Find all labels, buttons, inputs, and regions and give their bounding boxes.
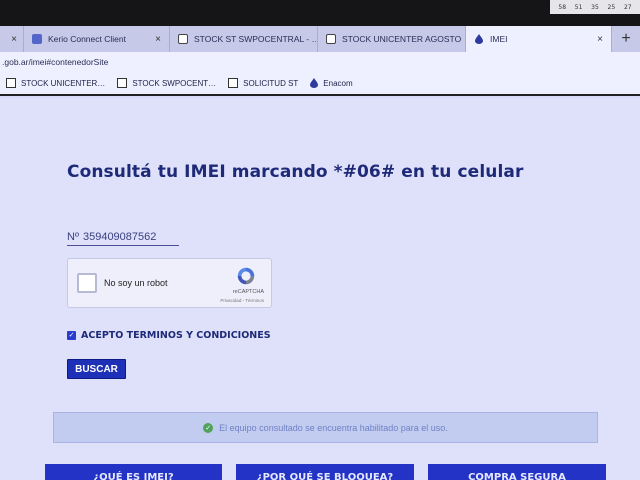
url-text: .gob.ar/imei#contenedorSite <box>2 57 109 67</box>
new-tab-button[interactable]: + <box>612 26 640 52</box>
address-bar[interactable]: .gob.ar/imei#contenedorSite <box>0 52 640 72</box>
imei-value: 359409087562 <box>82 231 157 243</box>
close-icon[interactable]: × <box>11 34 17 45</box>
bookmark-stock-swpocent[interactable]: STOCK SWPOCENT… <box>117 78 216 88</box>
monitor-bezel: 58 51 35 25 27 <box>0 0 640 26</box>
bezel-readout: 58 51 35 25 27 <box>550 0 640 14</box>
recaptcha-links[interactable]: Privacidad - Términos <box>220 298 264 303</box>
doc-icon <box>228 78 239 88</box>
readout-value: 25 <box>607 3 616 11</box>
tab-stock-central[interactable]: STOCK ST SWPOCENTRAL - … × <box>170 26 318 52</box>
tab-label: IMEI <box>490 34 508 44</box>
bookmark-label: STOCK SWPOCENT… <box>132 78 217 88</box>
bookmark-stock-unicenter[interactable]: STOCK UNICENTER… <box>6 78 105 88</box>
doc-icon <box>178 34 188 44</box>
terms-checkbox[interactable]: ✓ <box>67 331 76 340</box>
bookmarks-bar: STOCK UNICENTER… STOCK SWPOCENT… SOLICIT… <box>0 72 640 96</box>
recaptcha-label: No soy un robot <box>104 278 168 288</box>
tab-kerio[interactable]: Kerio Connect Client × <box>24 26 170 52</box>
close-icon[interactable]: × <box>155 34 161 45</box>
page-title: Consultá tu IMEI marcando *#06# en tu ce… <box>67 162 524 182</box>
safe-purchase-button[interactable]: COMPRA SEGURA <box>428 464 606 480</box>
recaptcha-widget: No soy un robot reCAPTCHA Privacidad - T… <box>67 258 272 308</box>
enacom-icon <box>475 34 483 44</box>
tab-label: Kerio Connect Client <box>48 34 126 44</box>
doc-icon <box>326 34 336 44</box>
bookmark-enacom[interactable]: Enacom <box>310 78 353 88</box>
enacom-icon <box>310 78 319 88</box>
terms-checkbox-row[interactable]: ✓ ACEPTO TERMINOS Y CONDICIONES <box>67 330 271 341</box>
kerio-icon <box>32 34 42 44</box>
why-blocked-button[interactable]: ¿POR QUÉ SE BLOQUEA? <box>236 464 414 480</box>
bookmark-label: Enacom <box>323 78 353 88</box>
readout-value: 35 <box>591 3 599 11</box>
tab-partial[interactable]: × <box>0 26 24 52</box>
result-message: El equipo consultado se encuentra habili… <box>219 422 448 433</box>
recaptcha-brand: reCAPTCHA <box>232 289 264 295</box>
what-is-imei-button[interactable]: ¿QUÉ ES IMEI? <box>45 464 222 480</box>
bookmark-solicitud-st[interactable]: SOLICITUD ST <box>228 78 298 88</box>
bookmark-label: SOLICITUD ST <box>243 78 299 88</box>
readout-value: 51 <box>574 3 583 11</box>
recaptcha-checkbox[interactable] <box>77 273 97 293</box>
tab-strip: × Kerio Connect Client × STOCK ST SWPOCE… <box>0 26 640 52</box>
close-icon[interactable]: × <box>597 34 603 45</box>
readout-value: 58 <box>558 3 567 11</box>
imei-input[interactable]: Nº 359409087562 <box>67 231 179 246</box>
tab-label: STOCK UNICENTER AGOSTO <box>342 34 462 44</box>
result-alert: ✓ El equipo consultado se encuentra habi… <box>53 412 598 443</box>
tab-label: STOCK ST SWPOCENTRAL - … <box>194 34 318 44</box>
tab-imei[interactable]: IMEI × <box>466 26 612 52</box>
recaptcha-logo-icon <box>237 267 255 285</box>
imei-prefix: Nº <box>67 231 79 243</box>
terms-label: ACEPTO TERMINOS Y CONDICIONES <box>81 330 271 341</box>
bookmark-label: STOCK UNICENTER… <box>21 78 106 88</box>
readout-value: 27 <box>623 3 632 11</box>
check-circle-icon: ✓ <box>203 422 214 433</box>
tab-stock-unicenter[interactable]: STOCK UNICENTER AGOSTO × <box>318 26 466 52</box>
doc-icon <box>6 78 16 88</box>
doc-icon <box>117 78 128 88</box>
search-button[interactable]: BUSCAR <box>67 359 126 379</box>
page-content: Consultá tu IMEI marcando *#06# en tu ce… <box>0 98 640 480</box>
